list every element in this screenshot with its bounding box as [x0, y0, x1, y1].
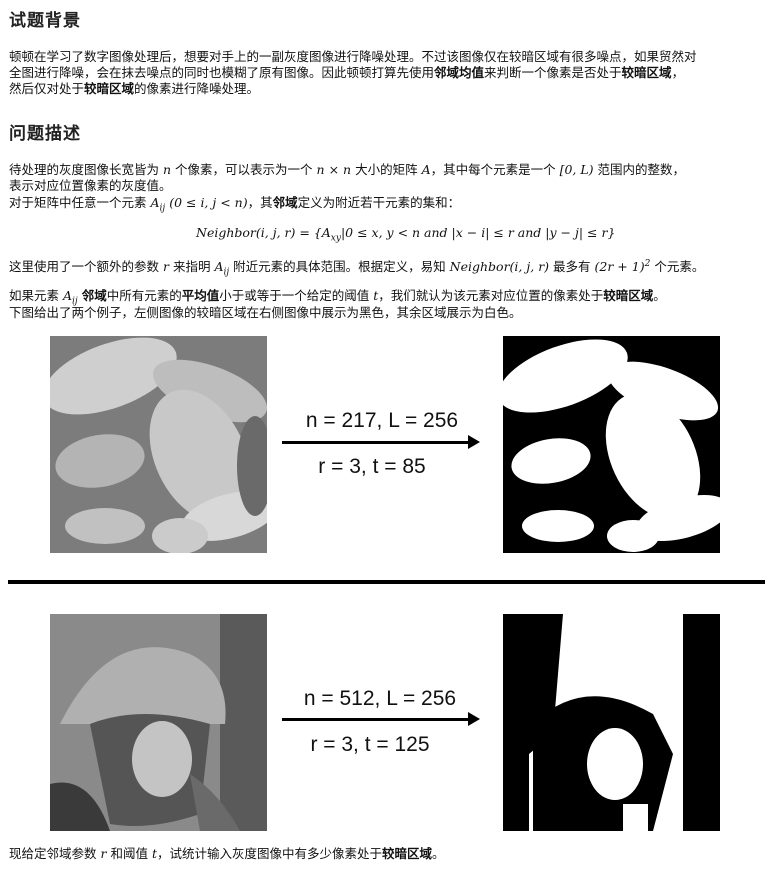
section-title-background: 试题背景 [9, 11, 81, 31]
example-2-params-bottom: r = 3, t = 125 [310, 733, 430, 756]
example-1-input-image [50, 336, 267, 553]
example-1-output-image [503, 336, 720, 553]
divider-rule [8, 580, 765, 584]
example-1-arrow-shaft [282, 441, 470, 444]
problem-line-3: 对于矩阵中任意一个元素 Aij (0 ≤ i, j < n)，其邻域定义为附近若… [9, 195, 461, 214]
example-1-params-top: n = 217, L = 256 [305, 409, 459, 432]
example-2-params-top: n = 512, L = 256 [303, 687, 457, 710]
background-line-3: 然后仅对处于较暗区域的像素进行降噪处理。 [9, 81, 260, 96]
example-2-output-image [503, 614, 720, 831]
example-2-arrow-shaft [282, 718, 470, 721]
neighbor-formula: Neighbor(i, j, r) = {Axy|0 ≤ x, y < n an… [196, 225, 616, 244]
problem-line-2: 表示对应位置像素的灰度值。 [9, 178, 172, 193]
problem-line-1: 待处理的灰度图像长宽皆为 n 个像素，可以表示为一个 n × n 大小的矩阵 A… [9, 162, 686, 177]
problem-line-4: 这里使用了一个额外的参数 r 来指明 Aij 附近元素的具体范围。根据定义，易知… [9, 259, 705, 278]
example-1-params-bottom: r = 3, t = 85 [318, 455, 426, 478]
example-1-arrow-head-icon [468, 435, 480, 449]
problem-line-6: 下图给出了两个例子，左侧图像的较暗区域在右侧图像中展示为黑色，其余区域展示为白色… [9, 305, 522, 320]
example-2-input-image [50, 614, 267, 831]
final-question-line: 现给定邻域参数 r 和阈值 t，试统计输入灰度图像中有多少像素处于较暗区域。 [9, 846, 445, 861]
background-line-2: 全图进行降噪，会在抹去噪点的同时也模糊了原有图像。因此顿顿打算先使用邻域均值来判… [9, 65, 685, 80]
background-line-1: 顿顿在学习了数字图像处理后，想要对手上的一副灰度图像进行降噪处理。不过该图像仅在… [9, 49, 697, 64]
section-title-problem: 问题描述 [9, 124, 81, 144]
example-2-arrow-head-icon [468, 712, 480, 726]
